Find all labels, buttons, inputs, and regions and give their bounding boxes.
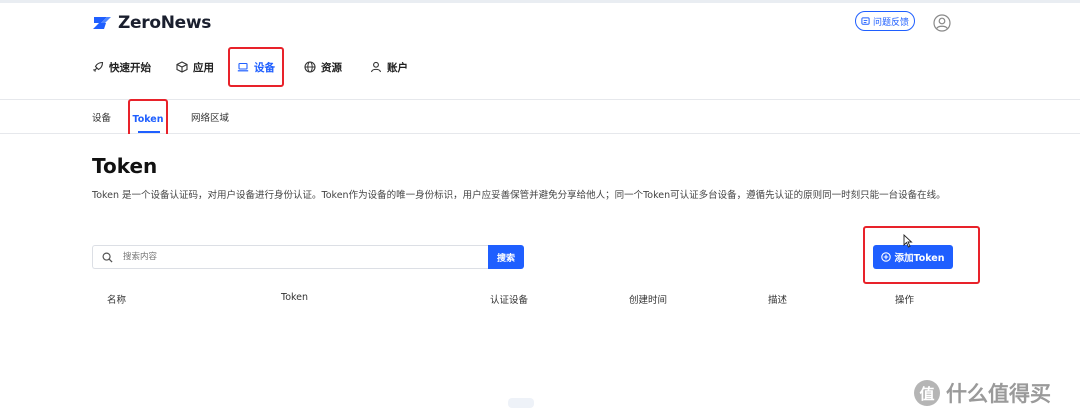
column-header-description: 描述: [768, 295, 788, 306]
mouse-cursor-icon: [903, 234, 913, 248]
cube-icon: [176, 61, 188, 73]
tab-network-zone[interactable]: 网络区域: [191, 100, 229, 133]
scroll-indicator: [508, 398, 534, 408]
tab-label: Token: [132, 113, 164, 125]
page-title: Token: [92, 154, 158, 178]
nav-label: 资源: [321, 61, 342, 74]
feedback-button[interactable]: 问题反馈: [855, 11, 915, 31]
rocket-icon: [93, 61, 104, 72]
logo[interactable]: ZeroNews: [92, 13, 211, 33]
nav-label: 快速开始: [109, 61, 151, 74]
app-header: ZeroNews 问题反馈 快速开始 应用 设备 资源 账户: [0, 3, 1080, 99]
search-field[interactable]: [92, 245, 488, 269]
search-icon: [102, 252, 113, 263]
nav-label: 应用: [193, 61, 214, 74]
user-circle-icon[interactable]: [933, 14, 951, 32]
plus-circle-icon: [881, 252, 892, 262]
column-header-actions: 操作: [895, 295, 915, 306]
nav-item-device[interactable]: 设备: [228, 47, 284, 87]
column-header-name: 名称: [107, 295, 127, 306]
feedback-label: 问题反馈: [872, 17, 909, 28]
nav-item-app[interactable]: 应用: [176, 47, 226, 87]
add-token-button[interactable]: 添加Token: [873, 245, 953, 269]
nav-label: 账户: [387, 61, 408, 74]
feedback-icon: [861, 16, 870, 25]
nav-item-resources[interactable]: 资源: [304, 47, 354, 87]
person-icon: [370, 61, 382, 73]
watermark-logo-icon: 值: [914, 380, 940, 406]
watermark: 值 什么值得买: [914, 378, 1051, 408]
search-button[interactable]: 搜索: [488, 245, 524, 269]
search-input[interactable]: [121, 251, 465, 263]
watermark-text: 什么值得买: [946, 382, 1051, 406]
nav-item-account[interactable]: 账户: [370, 47, 420, 87]
tab-device[interactable]: 设备: [92, 100, 111, 133]
page-description: Token 是一个设备认证码，对用户设备进行身份认证。Token作为设备的唯一身…: [92, 190, 946, 201]
brand-name: ZeroNews: [118, 13, 212, 33]
nav-item-quick-start[interactable]: 快速开始: [92, 47, 162, 87]
column-header-device: 认证设备: [490, 295, 529, 306]
zeronews-logo-icon: [93, 17, 111, 29]
tab-label: 网络区域: [191, 112, 230, 124]
active-tab-indicator: [138, 131, 160, 133]
add-token-label: 添加Token: [894, 253, 945, 264]
nav-label: 设备: [254, 61, 275, 74]
column-header-token: Token: [281, 292, 309, 303]
column-header-created: 创建时间: [629, 295, 668, 306]
tab-label: 设备: [92, 112, 112, 124]
globe-icon: [304, 61, 316, 73]
tab-token[interactable]: Token: [128, 99, 168, 139]
laptop-icon: [237, 62, 249, 72]
